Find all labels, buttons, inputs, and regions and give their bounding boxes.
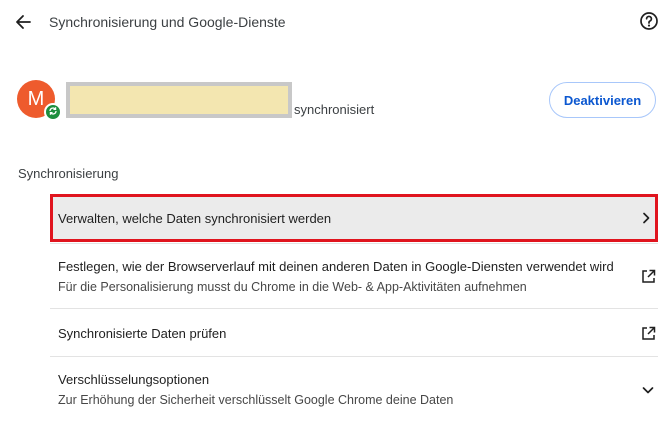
help-button[interactable] [637, 11, 661, 35]
row-subtitle: Für die Personalisierung musst du Chrome… [58, 280, 527, 294]
row-title: Synchronisierte Daten prüfen [58, 326, 227, 341]
back-button[interactable] [10, 11, 36, 37]
redacted-account-name [66, 82, 292, 118]
manage-synced-data-row[interactable]: Verwalten, welche Daten synchronisiert w… [50, 194, 658, 242]
review-synced-data-row[interactable]: Synchronisierte Daten prüfen [50, 308, 658, 355]
sync-settings-page: Synchronisierung und Google-Dienste M sy… [0, 0, 672, 442]
chevron-right-icon [638, 210, 654, 226]
open-in-new-icon [640, 268, 656, 284]
encryption-options-row[interactable]: Verschlüsselungsoptionen Zur Erhöhung de… [50, 356, 658, 420]
open-in-new-icon [640, 325, 656, 341]
row-title: Verschlüsselungsoptionen [58, 372, 210, 387]
page-header: Synchronisierung und Google-Dienste [0, 0, 672, 46]
row-title: Festlegen, wie der Browserverlauf mit de… [58, 259, 614, 274]
browser-history-usage-row[interactable]: Festlegen, wie der Browserverlauf mit de… [50, 243, 658, 307]
sync-status: synchronisiert [294, 102, 375, 117]
section-heading: Synchronisierung [18, 166, 119, 181]
arrow-left-icon [15, 14, 31, 35]
row-title: Verwalten, welche Daten synchronisiert w… [58, 211, 332, 226]
sync-icon [48, 103, 58, 121]
account-row: M synchronisiert Deaktivieren [0, 76, 672, 126]
deactivate-button[interactable]: Deaktivieren [549, 82, 656, 118]
page-title: Synchronisierung und Google-Dienste [49, 14, 286, 30]
sync-badge [44, 103, 62, 121]
chevron-down-icon [640, 382, 656, 398]
help-circle-icon [639, 11, 659, 36]
row-subtitle: Zur Erhöhung der Sicherheit verschlüssel… [58, 393, 454, 407]
